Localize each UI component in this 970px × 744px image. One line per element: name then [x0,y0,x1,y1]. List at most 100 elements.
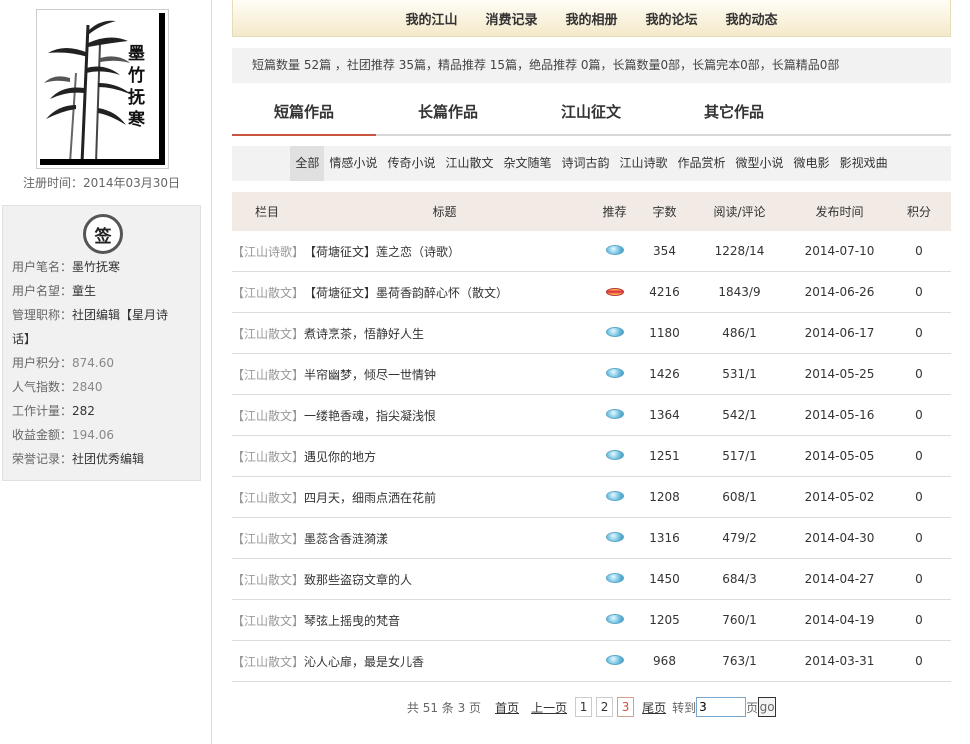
pager-go-button[interactable]: go [758,697,777,717]
pager-prev[interactable]: 上一页 [531,699,567,716]
table-row: 【江山散文】 墨蕊含香涟漪漾 1316 479/2 2014-04-30 0 [232,518,951,559]
row-score: 0 [915,326,923,340]
row-title-link[interactable]: 琴弦上摇曳的梵音 [304,612,400,629]
row-date: 2014-06-17 [804,326,875,340]
cat-romance-novel[interactable]: 情感小说 [324,146,382,181]
row-title-link[interactable]: 半帘幽梦，倾尽一世情钟 [304,366,436,383]
row-title-cell: 【江山散文】 沁人心扉，最是女儿香 [232,653,587,670]
cat-all[interactable]: 全部 [290,146,325,181]
row-date: 2014-04-27 [804,572,875,586]
row-score: 0 [915,490,923,504]
tab-other-works[interactable]: 其它作品 [662,92,806,136]
row-date: 2014-03-31 [804,654,875,668]
row-recommend [587,367,642,381]
row-title-cell: 【江山散文】 遇见你的地方 [232,448,587,465]
nav-my-activity[interactable]: 我的动态 [726,9,778,28]
works-stats: 短篇数量 52篇 ，社团推荐 35篇，精品推荐 15篇，绝品推荐 0篇，长篇数量… [232,48,951,83]
row-column-link[interactable]: 【江山散文】 [232,407,304,424]
row-title-cell: 【江山散文】 一缕艳香魂，指尖凝浅恨 [232,407,587,424]
pager-page-3[interactable]: 3 [617,697,635,717]
row-read-comment: 1228/14 [714,244,765,258]
recommend-gem-icon [605,327,624,337]
row-column-link[interactable]: 【江山散文】 [232,530,304,547]
row-title-cell: 【江山散文】 煮诗烹茶，悟静好人生 [232,325,587,342]
row-column-link[interactable]: 【江山散文】 [232,325,304,342]
row-column-link[interactable]: 【江山散文】 [232,612,304,629]
pager-page-2[interactable]: 2 [596,697,614,717]
row-title-cell: 【江山散文】 墨蕊含香涟漪漾 [232,530,587,547]
row-title-link[interactable]: 一缕艳香魂，指尖凝浅恨 [304,407,436,424]
sign-in-icon[interactable]: 签 [83,214,123,254]
recommend-gem-icon [605,614,624,624]
cat-micro-novel[interactable]: 微型小说 [731,146,789,181]
row-read-comment: 684/3 [722,572,757,586]
pager-first[interactable]: 首页 [495,699,519,716]
cat-jiangshan-prose[interactable]: 江山散文 [440,146,498,181]
row-column-link[interactable]: 【江山散文】 [232,448,304,465]
row-column-link[interactable]: 【江山散文】 [232,653,304,670]
row-date: 2014-05-05 [804,449,875,463]
header-score: 积分 [906,205,931,219]
row-title-link[interactable]: 【荷塘征文】莲之恋（诗歌） [304,243,460,260]
row-words: 1180 [649,326,680,340]
header-recommend: 推荐 [602,205,627,219]
cat-drama[interactable]: 影视戏曲 [835,146,893,181]
cat-appreciation[interactable]: 作品赏析 [673,146,731,181]
info-income: 收益金额：194.06 [12,428,115,442]
row-column-link[interactable]: 【江山散文】 [232,284,304,301]
row-read-comment: 608/1 [722,490,757,504]
row-score: 0 [915,654,923,668]
nav-my-album[interactable]: 我的相册 [565,9,617,28]
row-title-link[interactable]: 遇见你的地方 [304,448,376,465]
nav-my-forum[interactable]: 我的论坛 [646,9,698,28]
row-title-link[interactable]: 墨蕊含香涟漪漾 [304,530,388,547]
cat-essays[interactable]: 杂文随笔 [498,146,556,181]
cat-classical-poetry[interactable]: 诗词古韵 [556,146,614,181]
pager-last[interactable]: 尾页 [642,699,666,716]
info-workload: 工作计量：282 [12,404,95,418]
row-date: 2014-06-26 [804,285,875,299]
header-read-comment: 阅读/评论 [713,205,766,219]
row-date: 2014-04-30 [804,531,875,545]
avatar[interactable]: 墨竹抚寒 [36,9,169,169]
row-column-link[interactable]: 【江山散文】 [232,366,304,383]
nav-my-jiangshan[interactable]: 我的江山 [405,9,457,28]
pager-page-1[interactable]: 1 [575,697,593,717]
row-words: 968 [653,654,676,668]
row-read-comment: 531/1 [722,367,757,381]
tab-long-works[interactable]: 长篇作品 [376,92,520,136]
row-title-link[interactable]: 四月天，细雨点洒在花前 [304,489,436,506]
cat-jiangshan-poetry[interactable]: 江山诗歌 [615,146,673,181]
row-column-link[interactable]: 【江山散文】 [232,489,304,506]
row-recommend [587,244,642,258]
row-words: 4216 [649,285,680,299]
row-title-cell: 【江山散文】 【荷塘征文】墨荷香韵醉心怀（散文） [232,284,587,301]
row-read-comment: 479/2 [722,531,757,545]
row-title-link[interactable]: 煮诗烹茶，悟静好人生 [304,325,424,342]
table-row: 【江山诗歌】 【荷塘征文】莲之恋（诗歌） 354 1228/14 2014-07-10 0 [232,231,951,272]
row-title-link[interactable]: 致那些盗窃文章的人 [304,571,412,588]
row-column-link[interactable]: 【江山诗歌】 [232,243,304,260]
cat-legend-novel[interactable]: 传奇小说 [382,146,440,181]
row-recommend [587,654,642,668]
row-column-link[interactable]: 【江山散文】 [232,571,304,588]
table-row: 【江山散文】 琴弦上摇曳的梵音 1205 760/1 2014-04-19 0 [232,600,951,641]
info-title-cont: 话】 [12,332,37,346]
row-recommend [587,408,642,422]
pager-goto-label: 转到 [672,700,697,715]
nav-consume-records[interactable]: 消费记录 [485,9,537,28]
cat-micro-film[interactable]: 微电影 [789,146,835,181]
tab-short-works[interactable]: 短篇作品 [232,92,376,136]
row-title-link[interactable]: 【荷塘征文】墨荷香韵醉心怀（散文） [304,284,508,301]
row-words: 1450 [649,572,680,586]
info-reputation: 用户名望：童生 [12,284,97,298]
header-column: 栏目 [254,205,279,219]
tab-contest[interactable]: 江山征文 [519,92,663,136]
row-title-link[interactable]: 沁人心扉，最是女儿香 [304,653,424,670]
pager-page-input[interactable] [696,697,747,717]
row-read-comment: 517/1 [722,449,757,463]
row-score: 0 [915,449,923,463]
main-content: 我的江山 消费记录 我的相册 我的论坛 我的动态 短篇数量 52篇 ，社团推荐 … [211,0,970,744]
table-row: 【江山散文】 半帘幽梦，倾尽一世情钟 1426 531/1 2014-05-25 0 [232,354,951,395]
table-row: 【江山散文】 【荷塘征文】墨荷香韵醉心怀（散文） 4216 1843/9 2014-06… [232,272,951,313]
